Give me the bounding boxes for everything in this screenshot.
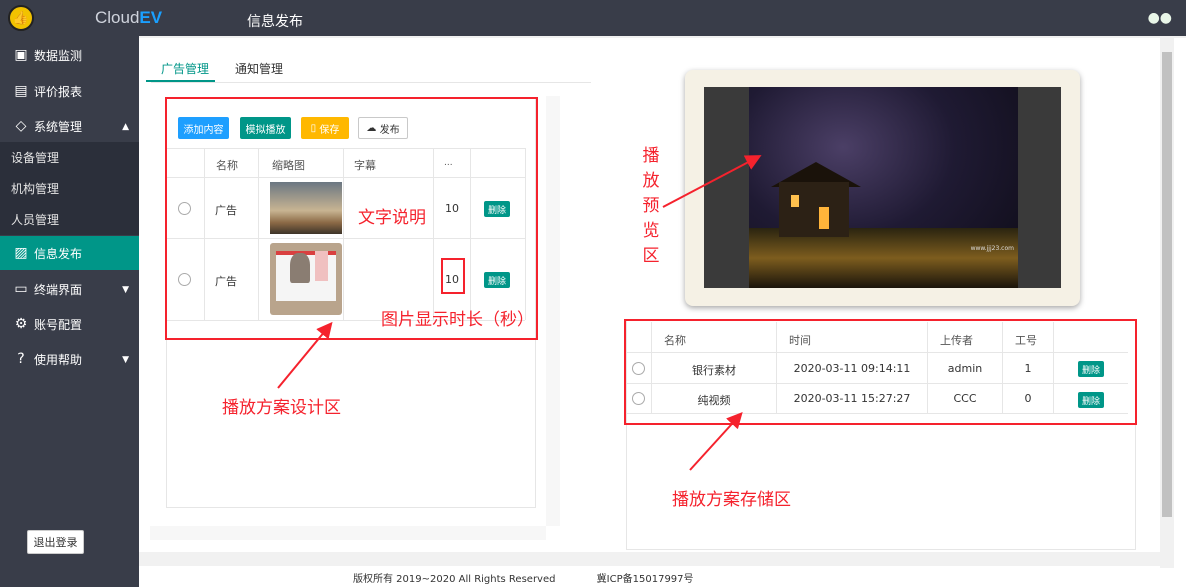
copyright-text: 版权所有 2019~2020 All Rights Reserved <box>353 574 556 585</box>
storage-arrow <box>689 412 743 471</box>
icp-link[interactable]: 冀ICP备15017997号 <box>597 574 694 585</box>
annotation-arrows <box>277 155 762 471</box>
page-scroll-thumb[interactable] <box>1162 52 1172 517</box>
preview-arrow <box>662 155 762 208</box>
design-arrow <box>277 321 333 389</box>
page-horizontal-scrollbar[interactable] <box>139 552 1160 566</box>
footer: 版权所有 2019~2020 All Rights Reserved 冀ICP备… <box>353 570 694 585</box>
